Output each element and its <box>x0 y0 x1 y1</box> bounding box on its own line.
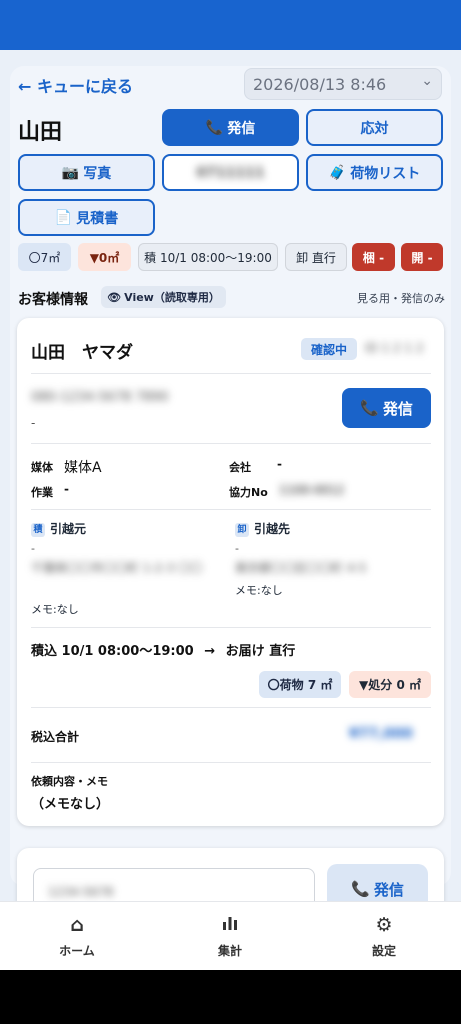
disposal-chip: ▼0㎡ <box>78 243 131 271</box>
status-extra: ID 1 2 1 2 <box>365 341 424 355</box>
view-mode-chip: 👁 View（読取専用） <box>101 286 226 308</box>
nav-home[interactable]: ⌂ ホーム <box>27 914 127 959</box>
document-icon: 📄 <box>54 209 73 226</box>
disposal-volume-chip: ▼処分 0 ㎡ <box>349 671 431 698</box>
nav-settings[interactable]: ⚙ 設定 <box>334 914 434 959</box>
call-button[interactable]: 📞 発信 <box>162 109 299 146</box>
total-label: 税込合計 <box>31 730 80 744</box>
phone-field[interactable]: 0711111 <box>162 154 299 191</box>
view-only-note: 見る用・発信のみ <box>357 292 445 305</box>
luggage-volume-chip: 〇荷物 7 ㎡ <box>259 671 341 698</box>
card-customer-name: 山田 ヤマダ <box>31 343 133 363</box>
unloading-chip: 卸 直行 <box>285 243 347 271</box>
arrow-icon: → <box>204 644 216 659</box>
to-heading: 卸引越先 <box>235 520 290 537</box>
home-icon: ⌂ <box>70 914 84 936</box>
phone-sub: - <box>31 416 36 430</box>
request-value: （メモなし） <box>31 797 110 812</box>
partner-label: 協力No <box>229 486 268 499</box>
back-to-queue-link[interactable]: ← キューに戻る <box>18 73 133 97</box>
chevron-down-icon: ⌄ <box>421 73 433 89</box>
phone-icon: 📞 <box>205 119 224 136</box>
media-value: 媒体A <box>64 460 102 476</box>
datetime-select[interactable]: 2026/08/13 8:46 ⌄ <box>244 68 442 100</box>
from-memo: メモ:なし <box>31 603 79 616</box>
from-tag: 積 <box>31 522 45 537</box>
phone-icon: 📞 <box>360 399 379 417</box>
customer-name-title: 山田 <box>18 120 63 145</box>
eye-icon: 👁 <box>107 290 122 304</box>
respond-button[interactable]: 応対 <box>306 109 443 146</box>
datetime-value: 2026/08/13 8:46 <box>253 75 387 94</box>
media-label: 媒体 <box>31 461 53 474</box>
estimate-button[interactable]: 📄 見積書 <box>18 199 155 236</box>
partner-value: 1100-0012 <box>279 483 345 497</box>
gear-icon: ⚙ <box>375 914 393 936</box>
work-label: 作業 <box>31 486 53 499</box>
volume-chip: 〇7㎡ <box>18 243 71 271</box>
customer-info-title: お客様情報 <box>18 292 88 308</box>
bar-chart-icon <box>180 914 280 936</box>
luggage-list-button[interactable]: 🧳 荷物リスト <box>306 154 443 191</box>
photo-button[interactable]: 📷 写真 <box>18 154 155 191</box>
to-memo: メモ:なし <box>235 584 283 597</box>
schedule-line: 積込 10/1 08:00〜19:00 → お届け 直行 <box>31 640 295 659</box>
work-value: - <box>64 482 69 496</box>
pack-chip[interactable]: 梱 - <box>352 243 395 271</box>
customer-card: 山田 ヤマダ 確認中 ID 1 2 1 2 080-1234-5678 7890… <box>17 318 444 826</box>
from-dash: - <box>31 542 35 555</box>
phone-icon: 📞 <box>351 880 370 898</box>
to-tag: 卸 <box>235 522 249 537</box>
to-dash: - <box>235 542 239 555</box>
system-nav-bar <box>0 970 461 1024</box>
from-address: 千葉県〇〇市〇〇町 1-2-3 〇〇 <box>31 561 203 575</box>
request-label: 依頼内容・メモ <box>31 775 108 788</box>
nav-stats[interactable]: 集計 <box>180 914 280 959</box>
schedule-delivery: お届け 直行 <box>225 644 296 659</box>
company-label: 会社 <box>229 461 251 474</box>
status-badge: 確認中 <box>301 338 357 360</box>
top-app-bar <box>0 0 461 50</box>
card-call-button[interactable]: 📞 発信 <box>342 388 431 428</box>
loading-chip: 積 10/1 08:00〜19:00 <box>138 243 278 271</box>
schedule-loading: 積込 10/1 08:00〜19:00 <box>31 644 194 659</box>
unpack-chip[interactable]: 開 - <box>401 243 443 271</box>
bottom-navigation: ⌂ ホーム 集計 ⚙ 設定 <box>0 901 461 970</box>
luggage-icon: 🧳 <box>328 164 347 181</box>
customer-phone: 080-1234-5678 7890 <box>31 390 169 405</box>
camera-icon: 📷 <box>61 164 80 181</box>
total-value: ¥77,000 <box>349 726 413 742</box>
to-address: 東京都〇〇区〇〇町 4-5 <box>235 561 367 575</box>
company-value: - <box>277 457 282 471</box>
from-heading: 積引越元 <box>31 520 86 537</box>
